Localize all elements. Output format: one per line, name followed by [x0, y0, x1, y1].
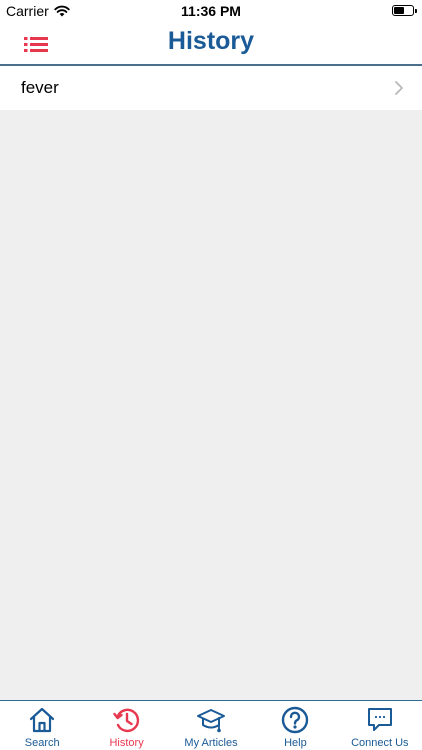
history-item-label: fever — [21, 78, 59, 97]
question-circle-icon — [282, 706, 309, 734]
status-bar: Carrier 11:36 PM — [0, 0, 422, 22]
tab-search[interactable]: Search — [0, 701, 84, 750]
home-icon — [30, 707, 55, 733]
graduation-cap-icon — [197, 709, 226, 733]
tab-bar: Search History My Articles Help Connect … — [0, 700, 422, 750]
tab-my-articles-label: My Articles — [184, 737, 238, 749]
tab-my-articles[interactable]: My Articles — [169, 701, 253, 750]
tab-history-label: History — [109, 737, 144, 749]
chat-bubble-icon — [367, 708, 392, 731]
tab-history[interactable]: History — [84, 701, 168, 750]
app-screen: Carrier 11:36 PM History fever Search Hi… — [0, 0, 422, 750]
battery-level-fill — [394, 7, 404, 14]
history-clock-icon — [112, 708, 139, 733]
status-time: 11:36 PM — [181, 3, 241, 19]
tab-help-label: Help — [284, 737, 307, 749]
tab-connect-us[interactable]: Connect Us — [338, 701, 422, 750]
battery-cap — [415, 8, 417, 13]
navigation-bar: History — [0, 22, 422, 66]
battery-icon — [392, 5, 417, 16]
tab-help[interactable]: Help — [253, 701, 337, 750]
page-title: History — [167, 27, 255, 55]
chevron-right-icon — [395, 81, 403, 95]
history-list-item[interactable]: fever — [0, 66, 422, 110]
tab-search-label: Search — [24, 737, 60, 749]
tab-connect-us-label: Connect Us — [351, 737, 409, 749]
